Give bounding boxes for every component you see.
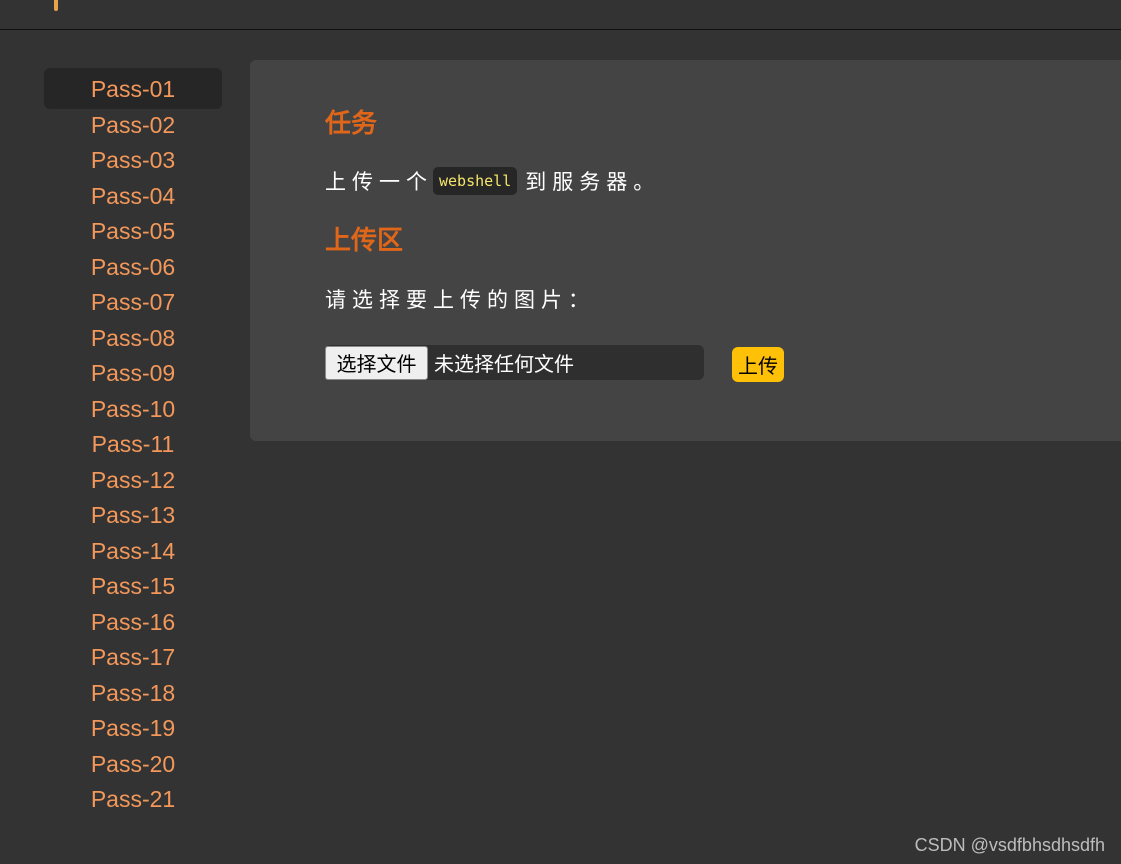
file-input[interactable]: 选择文件 未选择任何文件 — [325, 345, 704, 380]
sidebar-item-pass-06[interactable]: Pass-06 — [44, 246, 222, 282]
task-description: 上传一个 webshell 到服务器。 — [325, 166, 660, 196]
sidebar-nav: Pass-01 Pass-02 Pass-03 Pass-04 Pass-05 … — [44, 68, 222, 814]
webshell-code: webshell — [433, 167, 518, 195]
sidebar-item-pass-20[interactable]: Pass-20 — [44, 743, 222, 779]
watermark: CSDN @vsdfbhsdhsdfh — [914, 835, 1105, 855]
main-panel: 任务 上传一个 webshell 到服务器。 上传区 请选择要上传的图片： 选择… — [250, 60, 1121, 441]
sidebar-item-pass-03[interactable]: Pass-03 — [44, 139, 222, 175]
sidebar-item-pass-08[interactable]: Pass-08 — [44, 317, 222, 353]
upload-area-heading: 上传区 — [325, 226, 404, 256]
upload-prompt: 请选择要上传的图片： — [325, 288, 595, 312]
sidebar-item-pass-17[interactable]: Pass-17 — [44, 636, 222, 672]
task-heading: 任务 — [325, 109, 378, 139]
sidebar-item-pass-14[interactable]: Pass-14 — [44, 530, 222, 566]
upload-button[interactable]: 上传 — [732, 347, 784, 382]
task-text-after: 到服务器。 — [525, 170, 661, 194]
sidebar-item-pass-15[interactable]: Pass-15 — [44, 565, 222, 601]
task-text-before: 上传一个 — [325, 170, 433, 194]
sidebar-item-pass-18[interactable]: Pass-18 — [44, 672, 222, 708]
sidebar-item-pass-13[interactable]: Pass-13 — [44, 494, 222, 530]
sidebar-item-pass-09[interactable]: Pass-09 — [44, 352, 222, 388]
sidebar-item-pass-07[interactable]: Pass-07 — [44, 281, 222, 317]
sidebar-item-pass-05[interactable]: Pass-05 — [44, 210, 222, 246]
sidebar-item-pass-10[interactable]: Pass-10 — [44, 388, 222, 424]
sidebar-item-pass-01[interactable]: Pass-01 — [44, 68, 222, 109]
sidebar-item-pass-19[interactable]: Pass-19 — [44, 707, 222, 743]
top-bar — [0, 0, 1121, 30]
sidebar-item-pass-21[interactable]: Pass-21 — [44, 778, 222, 814]
sidebar-item-pass-11[interactable]: Pass-11 — [44, 423, 222, 459]
file-status-text: 未选择任何文件 — [434, 352, 574, 376]
sidebar-item-pass-02[interactable]: Pass-02 — [44, 104, 222, 140]
sidebar-item-pass-16[interactable]: Pass-16 — [44, 601, 222, 637]
logo-mark-icon — [54, 0, 58, 11]
choose-file-button[interactable]: 选择文件 — [325, 345, 428, 380]
sidebar-item-pass-04[interactable]: Pass-04 — [44, 175, 222, 211]
sidebar-item-pass-12[interactable]: Pass-12 — [44, 459, 222, 495]
